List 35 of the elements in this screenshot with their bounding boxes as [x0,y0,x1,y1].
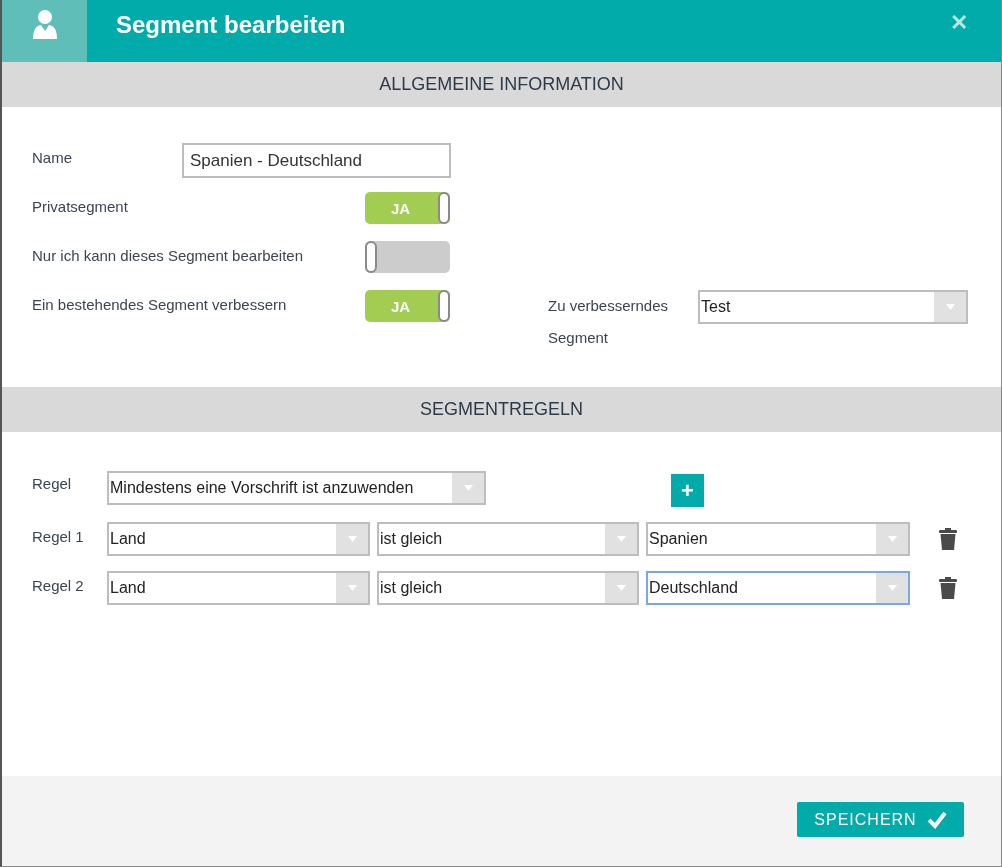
toggle-text: JA [391,297,411,317]
caret-icon [347,585,357,591]
field-label: Ein bestehendes Segment verbessern [32,295,288,315]
dropdown[interactable]: ist gleich [377,522,639,556]
field-label: Regel 2 [32,575,85,596]
section-heading: SEGMENTREGELN [2,387,1001,432]
caret-icon [887,536,897,542]
caret-icon [887,585,897,591]
caret-icon [463,484,473,491]
dropdown[interactable]: Mindestens eine Vorschrift ist anzuwenden [107,470,486,505]
field-label: Zu verbesserndes Segment [548,296,670,348]
toggle-text: JA [391,199,411,219]
dropdown[interactable]: Land [107,571,370,605]
caret-icon [945,304,955,310]
field-label: Privatsegment [32,197,129,217]
dropdown[interactable]: Land [107,522,370,556]
caret-icon [616,536,626,542]
trash-icon[interactable] [938,576,958,600]
window-title: Segment bearbeiten [115,10,347,40]
dropdown[interactable]: Test [698,290,968,324]
trash-icon[interactable] [938,527,958,551]
name-input[interactable]: Spanien - Deutschland [182,143,451,178]
check-icon [926,810,947,829]
dropdown[interactable]: Deutschland [646,571,910,605]
caret-icon [616,585,626,591]
field-label: Nur ich kann dieses Segment bearbeiten [32,246,304,266]
field-label: Name [32,148,73,169]
dropdown[interactable]: ist gleich [377,571,639,605]
caret-icon [347,536,357,542]
field-label: Regel 1 [32,526,85,547]
field-label: Regel [32,474,73,495]
toggle-switch[interactable] [365,241,450,273]
section-heading: ALLGEMEINE INFORMATION [2,62,1001,107]
person-icon [30,9,59,39]
dropdown[interactable]: Spanien [646,522,910,556]
